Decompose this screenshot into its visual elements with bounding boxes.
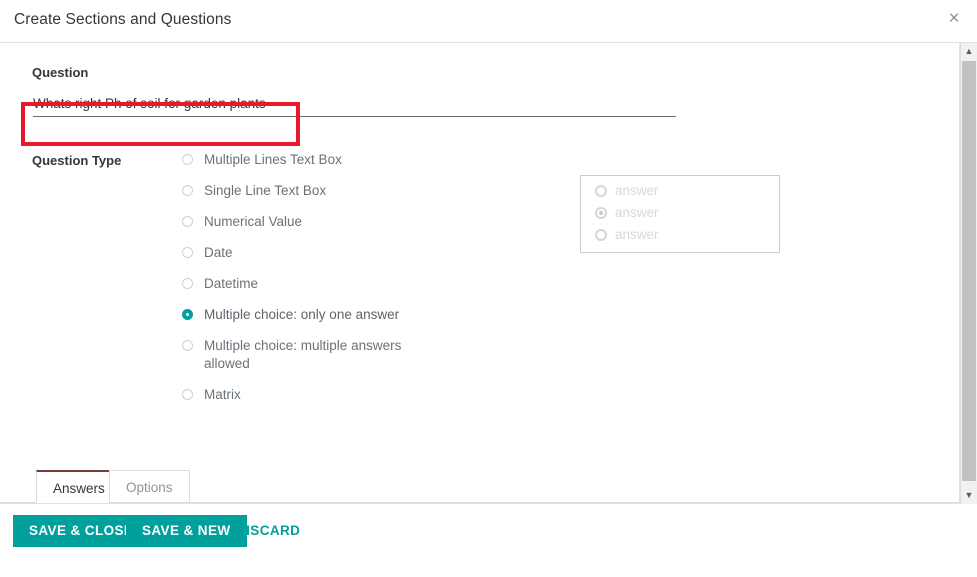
preview-row: answer (595, 225, 779, 245)
radio-icon (182, 154, 193, 165)
preview-label: answer (615, 227, 659, 242)
radio-icon (182, 216, 193, 227)
preview-radio-icon (595, 185, 607, 197)
radio-label: Multiple choice: multiple answers allowe… (204, 338, 402, 371)
question-type-row: Question Type Multiple Lines Text Box Si… (0, 151, 959, 404)
scroll-up-arrow-icon[interactable]: ▲ (961, 43, 977, 60)
preview-row: answer (595, 181, 779, 201)
scrollbar-thumb[interactable] (962, 61, 976, 481)
radio-icon (182, 389, 193, 400)
create-sections-questions-dialog: Create Sections and Questions × Question… (0, 0, 977, 577)
radio-icon (182, 340, 193, 351)
preview-label: answer (615, 205, 659, 220)
dialog-header: Create Sections and Questions × (0, 0, 977, 43)
radio-multiple-choice-multiple-answers[interactable]: Multiple choice: multiple answers allowe… (182, 337, 419, 373)
radio-icon (182, 278, 193, 289)
dialog-body: Question Question Type Multiple Lines Te… (0, 43, 960, 504)
radio-matrix[interactable]: Matrix (182, 386, 419, 404)
preview-radio-icon (595, 229, 607, 241)
question-field-row: Question (0, 65, 959, 151)
radio-numerical-value[interactable]: Numerical Value (182, 213, 419, 231)
radio-icon (182, 247, 193, 258)
radio-icon-selected (182, 309, 193, 320)
preview-row: answer (595, 203, 779, 223)
question-type-preview: answer answer answer (580, 175, 780, 253)
tab-options[interactable]: Options (109, 470, 190, 503)
radio-label: Matrix (204, 387, 241, 402)
radio-single-line-text-box[interactable]: Single Line Text Box (182, 182, 419, 200)
radio-label: Numerical Value (204, 214, 303, 229)
radio-label: Multiple choice: only one answer (204, 307, 400, 322)
question-label: Question (32, 65, 89, 80)
radio-multiple-choice-one-answer[interactable]: Multiple choice: only one answer (182, 306, 419, 324)
preview-radio-icon-selected (595, 207, 607, 219)
question-form: Question Question Type Multiple Lines Te… (0, 43, 959, 404)
close-icon[interactable]: × (941, 6, 967, 32)
vertical-scrollbar[interactable]: ▲ ▼ (960, 43, 977, 504)
radio-label: Single Line Text Box (204, 183, 327, 198)
preview-label: answer (615, 183, 659, 198)
radio-datetime[interactable]: Datetime (182, 275, 419, 293)
scroll-down-arrow-icon[interactable]: ▼ (961, 487, 977, 504)
radio-label: Multiple Lines Text Box (204, 152, 342, 167)
radio-label: Date (204, 245, 233, 260)
question-type-label: Question Type (32, 153, 122, 168)
radio-date[interactable]: Date (182, 244, 419, 262)
question-type-radio-group: Multiple Lines Text Box Single Line Text… (182, 151, 959, 404)
question-input-wrapper (33, 93, 676, 117)
radio-multiple-lines-text-box[interactable]: Multiple Lines Text Box (182, 151, 419, 169)
radio-label: Datetime (204, 276, 259, 291)
dialog-footer: SAVE & CLOSE SAVE & NEW DISCARD (0, 504, 977, 577)
tab-bar: Answers Options (0, 469, 959, 503)
radio-icon (182, 185, 193, 196)
dialog-body-wrapper: Question Question Type Multiple Lines Te… (0, 43, 977, 504)
discard-button[interactable]: DISCARD (228, 515, 308, 547)
question-input[interactable] (33, 93, 676, 115)
page-title: Create Sections and Questions (14, 11, 232, 28)
